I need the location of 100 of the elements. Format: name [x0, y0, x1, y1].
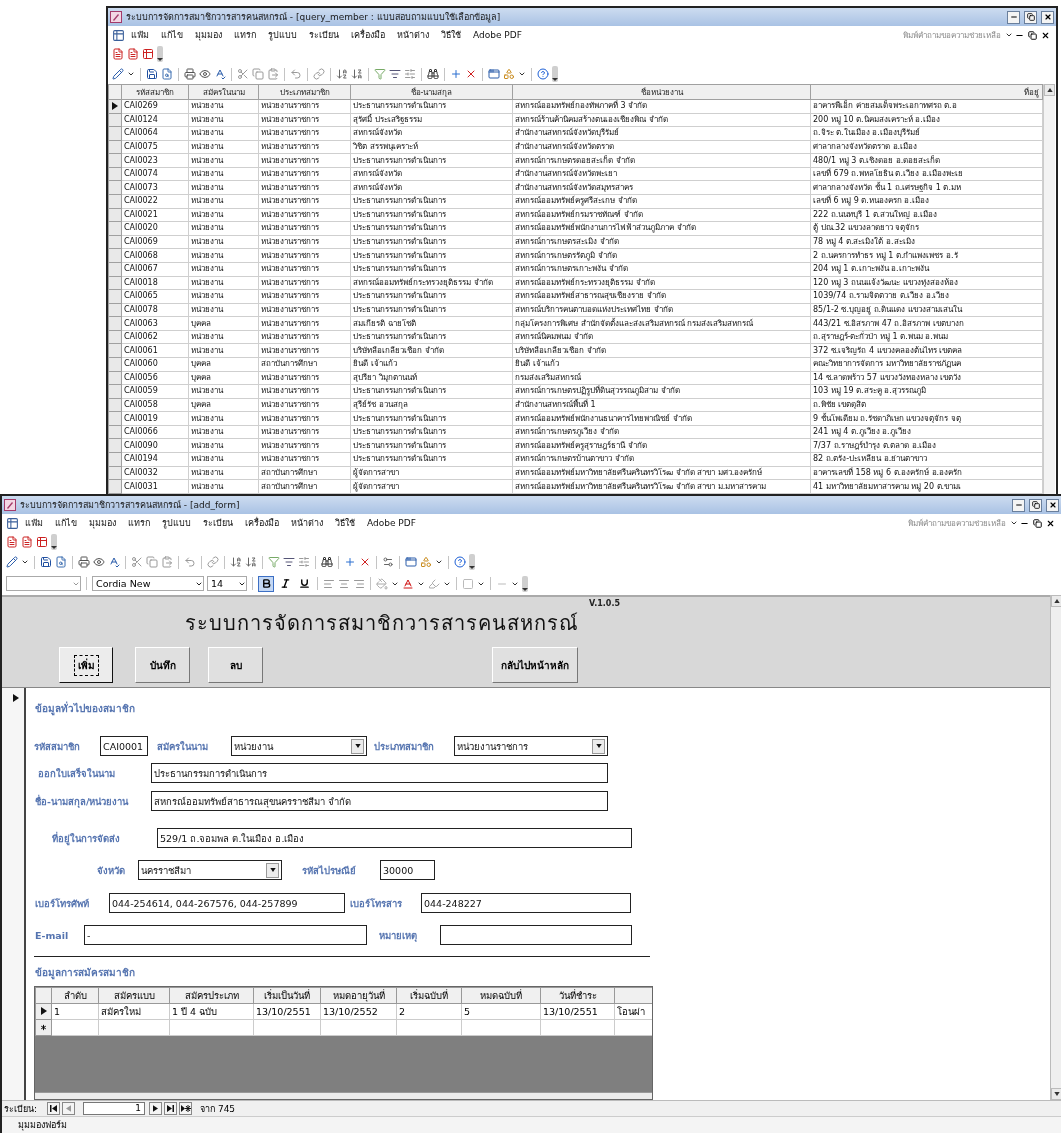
menu-item[interactable]: Adobe PDF	[467, 30, 528, 40]
caret-icon[interactable]	[435, 558, 443, 566]
input-field[interactable]: 044-254614, 044-267576, 044-257899	[109, 893, 345, 913]
new-record-button[interactable]	[179, 1102, 193, 1115]
dropdown-field[interactable]: หน่วยงานราชการ	[454, 736, 608, 756]
fill-color-icon[interactable]	[376, 577, 388, 590]
pdf-file-icon[interactable]	[127, 48, 139, 60]
align-center-icon[interactable]	[338, 577, 350, 590]
input-field[interactable]: 529/1 ถ.จอมพล ต.ในเมือง อ.เมือง	[157, 828, 632, 848]
toolbar-options-icon[interactable]	[157, 46, 163, 62]
caret-icon[interactable]	[518, 70, 526, 78]
sort-ascending-icon[interactable]	[230, 556, 242, 568]
form-button[interactable]: กลับไปหน้าหลัก	[492, 647, 578, 683]
caret-icon[interactable]	[127, 70, 135, 78]
dropdown-field[interactable]: นครราชสีมา	[138, 860, 282, 880]
column-header[interactable]: ชื่อ-นามสกุล	[350, 84, 513, 100]
column-header[interactable]: วันที่ชำระ	[540, 987, 615, 1004]
restore-button[interactable]	[1031, 518, 1044, 528]
sliders-icon[interactable]	[404, 68, 416, 80]
align-right-icon[interactable]	[353, 577, 365, 590]
help-icon[interactable]	[454, 556, 466, 568]
restore-button[interactable]	[1026, 30, 1039, 40]
caret-icon[interactable]	[1010, 519, 1018, 527]
menu-item[interactable]: ระเบียน	[197, 516, 239, 530]
app-icon[interactable]	[110, 11, 122, 23]
font-size-dropdown[interactable]: 14	[207, 576, 247, 591]
window-menu-icon[interactable]	[112, 28, 125, 42]
bold-button[interactable]	[258, 575, 274, 592]
app-icon[interactable]	[4, 499, 16, 511]
sort-descending-icon[interactable]	[245, 556, 257, 568]
menu-item[interactable]: แทรก	[122, 516, 156, 530]
record-selector[interactable]	[2, 688, 26, 1100]
column-header[interactable]: สมัครในนาม	[188, 84, 259, 100]
eye-icon[interactable]	[93, 556, 105, 568]
pencil-icon[interactable]	[6, 556, 18, 568]
column-header[interactable]: สมัครประเภท	[169, 987, 254, 1004]
font-color-icon[interactable]	[402, 577, 414, 590]
form-button[interactable]: ลบ	[208, 647, 263, 683]
toolbar-options-icon[interactable]	[522, 575, 528, 592]
menu-item[interactable]: วิธีใช้	[435, 28, 467, 42]
input-field[interactable]: CAI0001	[100, 736, 148, 756]
menu-item[interactable]: วิธีใช้	[329, 516, 361, 530]
scroll-up-button[interactable]	[1051, 595, 1061, 607]
form-button[interactable]: บันทึก	[135, 647, 190, 683]
save-icon[interactable]	[146, 68, 158, 80]
undo-icon[interactable]	[184, 556, 196, 568]
pdf-table-icon[interactable]	[142, 48, 154, 60]
column-header[interactable]: ลำดับ	[51, 987, 99, 1004]
delete-icon[interactable]	[359, 556, 371, 568]
column-header[interactable]: เริ่มฉบับที่	[396, 987, 462, 1004]
dropdown-button[interactable]	[351, 738, 364, 754]
column-header[interactable]: ที่อยู่	[810, 84, 1043, 100]
menu-item[interactable]: แฟ้ม	[19, 516, 49, 530]
caret-icon[interactable]	[1005, 31, 1013, 39]
menu-item[interactable]: มุมมอง	[83, 516, 122, 530]
column-header[interactable]: หมดอายุวันที่	[320, 987, 397, 1004]
dropdown-button[interactable]	[592, 738, 605, 754]
binoculars-icon[interactable]	[427, 68, 439, 80]
list-filter-icon[interactable]	[389, 68, 401, 80]
menu-item[interactable]: Adobe PDF	[361, 518, 422, 528]
scissors-icon[interactable]	[237, 68, 249, 80]
font-dropdown[interactable]: Cordia New	[92, 576, 204, 591]
input-field[interactable]: 30000	[380, 860, 435, 880]
restore-button[interactable]	[1024, 10, 1037, 24]
eye-icon[interactable]	[199, 68, 211, 80]
spell-check-icon[interactable]	[214, 68, 226, 80]
column-header[interactable]: ประเภทสมาชิก	[258, 84, 351, 100]
column-header[interactable]: เริ่มเป็นวันที่	[253, 987, 321, 1004]
menu-item[interactable]: แก้ไข	[155, 28, 189, 42]
scissors-icon[interactable]	[131, 556, 143, 568]
caret-icon[interactable]	[21, 558, 29, 566]
sort-descending-icon[interactable]	[351, 68, 363, 80]
pdf-table-icon[interactable]	[36, 536, 48, 548]
menu-item[interactable]: แก้ไข	[49, 516, 83, 530]
input-field[interactable]: สหกรณ์ออมทรัพย์สาธารณสุขนครราชสีมา จำกัด	[151, 791, 608, 811]
window-icon[interactable]	[488, 68, 500, 80]
menu-item[interactable]: รูปแบบ	[156, 516, 197, 530]
help-search-field[interactable]: พิมพ์คำถามขอความช่วยเหลือ	[908, 516, 1006, 530]
printer-icon[interactable]	[184, 68, 196, 80]
close-button[interactable]	[1041, 10, 1054, 24]
properties-icon[interactable]	[382, 556, 394, 568]
form-button[interactable]: เพิ่ม	[59, 647, 113, 683]
menu-item[interactable]: ระเบียน	[303, 28, 345, 42]
vertical-scrollbar[interactable]	[1043, 84, 1055, 494]
first-record-button[interactable]	[47, 1102, 61, 1115]
binoculars-icon[interactable]	[321, 556, 333, 568]
menu-item[interactable]: แทรก	[228, 28, 262, 42]
vertical-scrollbar[interactable]	[1050, 595, 1061, 1100]
plus-icon[interactable]	[344, 556, 356, 568]
column-header[interactable]: สมัครแบบ	[98, 987, 170, 1004]
window-icon[interactable]	[405, 556, 417, 568]
menu-item[interactable]: มุมมอง	[189, 28, 228, 42]
spell-check-icon[interactable]	[108, 556, 120, 568]
menu-item[interactable]: รูปแบบ	[262, 28, 303, 42]
list-filter-icon[interactable]	[283, 556, 295, 568]
column-header[interactable]: หมดฉบับที่	[461, 987, 541, 1004]
dropdown-field[interactable]: หน่วยงาน	[231, 736, 367, 756]
align-left-icon[interactable]	[323, 577, 335, 590]
pdf-file-icon[interactable]	[21, 536, 33, 548]
scroll-up-button[interactable]	[1044, 84, 1055, 96]
